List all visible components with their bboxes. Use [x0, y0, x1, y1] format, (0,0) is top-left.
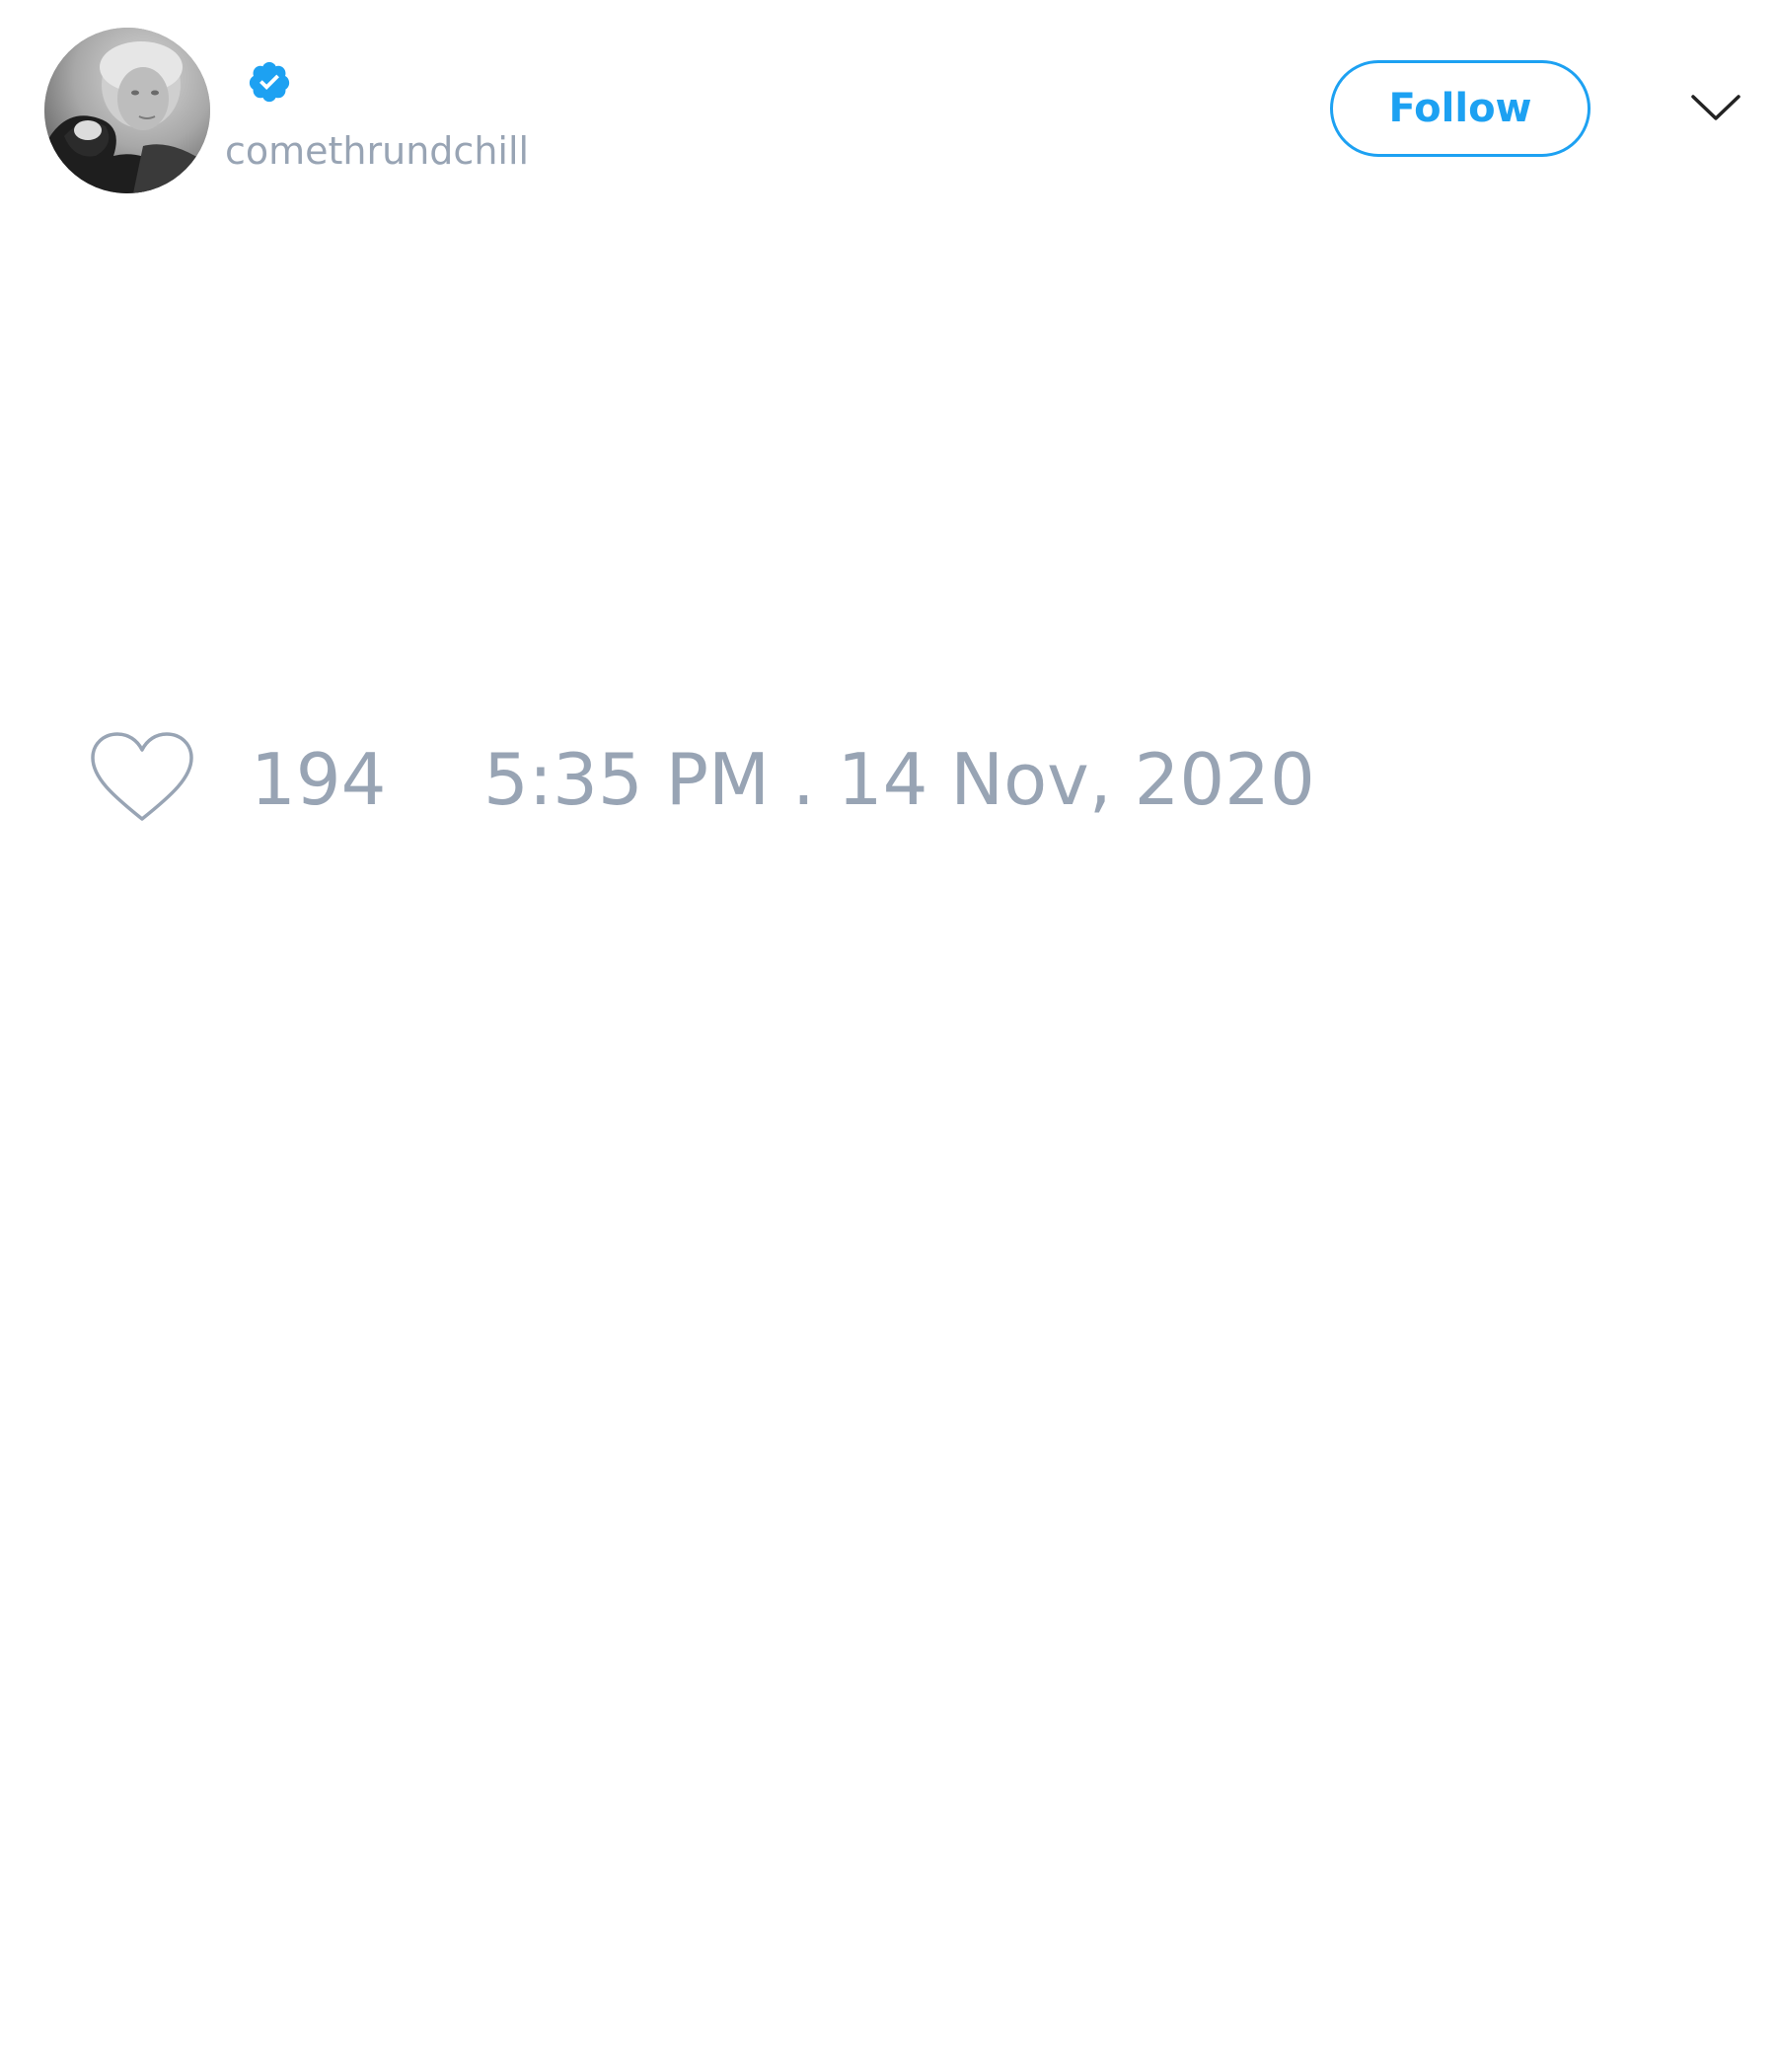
more-options-button[interactable]	[1689, 89, 1742, 128]
follow-button[interactable]: Follow	[1330, 60, 1591, 157]
like-button[interactable]	[89, 730, 195, 829]
like-count: 194	[251, 738, 387, 821]
author-handle[interactable]: comethrundchill	[225, 126, 529, 176]
chevron-down-icon	[1691, 95, 1740, 120]
verified-badge-icon	[249, 61, 290, 103]
tweet-actions: 194 5:35 PM . 14 Nov, 2020	[0, 730, 1776, 829]
avatar[interactable]	[44, 28, 210, 193]
tweet-timestamp[interactable]: 5:35 PM . 14 Nov, 2020	[483, 738, 1315, 821]
heart-icon	[91, 732, 193, 821]
tweet-card: comethrundchill Follow 194 5:35 PM . 14 …	[0, 0, 1776, 2072]
profile-photo-icon	[44, 28, 210, 193]
